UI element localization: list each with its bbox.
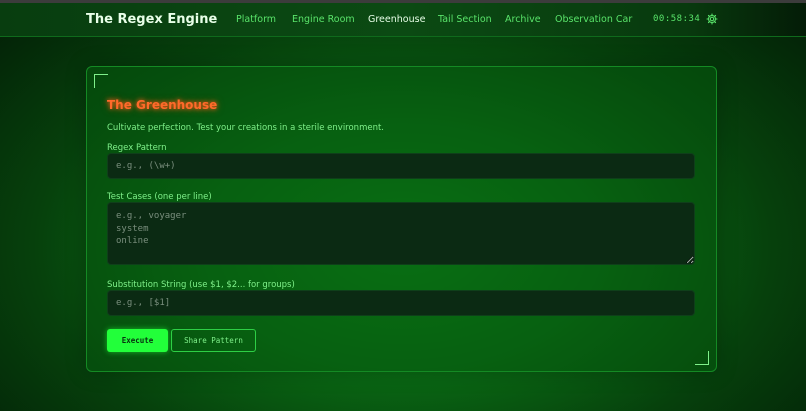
panel-subtitle: Cultivate perfection. Test your creation…: [107, 123, 385, 133]
nav-link-tail-section[interactable]: Tail Section: [438, 14, 492, 25]
substitution-label: Substitution String (use $1, $2... for g…: [107, 280, 295, 290]
gear-icon[interactable]: [706, 13, 718, 25]
test-cases-label: Test Cases (one per line): [107, 192, 212, 202]
panel-title: The Greenhouse: [107, 98, 218, 112]
substitution-input[interactable]: [107, 290, 695, 316]
nav-link-greenhouse[interactable]: Greenhouse: [368, 14, 425, 25]
nav-link-archive[interactable]: Archive: [505, 14, 541, 25]
regex-pattern-input[interactable]: [107, 153, 695, 179]
regex-pattern-label: Regex Pattern: [107, 143, 167, 153]
brand-title[interactable]: The Regex Engine: [86, 12, 217, 27]
top-navbar: The Regex Engine Platform Engine Room Gr…: [0, 3, 806, 37]
nav-link-observation-car[interactable]: Observation Car: [555, 14, 632, 25]
clock-display: 00:58:34: [653, 14, 701, 24]
corner-bracket-bottom-right: [695, 351, 709, 365]
execute-button[interactable]: Execute: [107, 329, 168, 352]
share-pattern-button[interactable]: Share Pattern: [171, 329, 256, 352]
test-cases-textarea[interactable]: [107, 202, 695, 265]
corner-bracket-top-left: [94, 74, 108, 88]
nav-link-engine-room[interactable]: Engine Room: [292, 14, 355, 25]
nav-link-platform[interactable]: Platform: [236, 14, 276, 25]
